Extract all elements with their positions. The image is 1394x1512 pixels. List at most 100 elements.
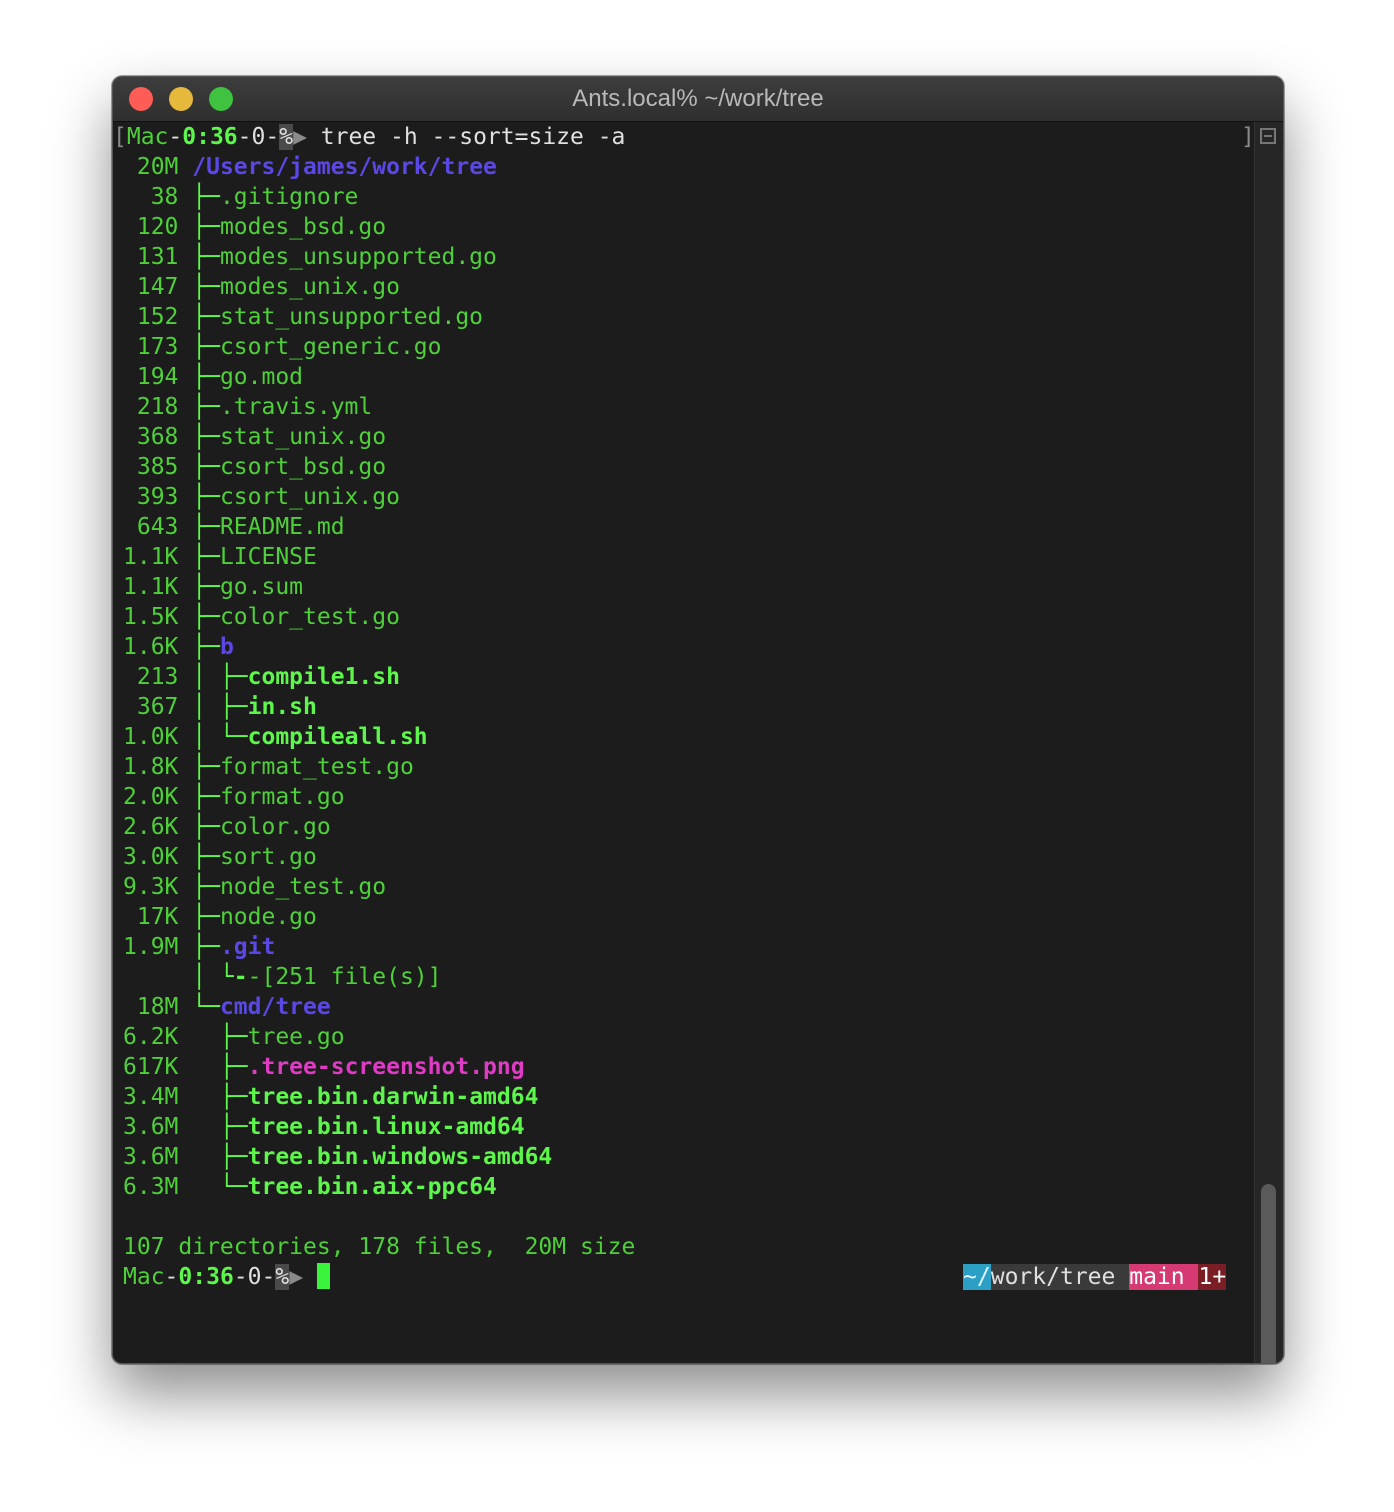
menu-icon[interactable]	[1260, 128, 1276, 144]
tree-branch: ├─	[178, 574, 220, 600]
entry-name: tree.bin.linux-amd64	[247, 1114, 525, 1140]
tree-entry: 367 │ ├─in.sh	[123, 692, 317, 722]
entry-size: 38	[123, 184, 179, 210]
entry-name: .tree-screenshot.png	[247, 1054, 525, 1080]
entry-name: tree.bin.windows-amd64	[247, 1144, 553, 1170]
tree-entry: 6.2K ├─tree.go	[123, 1022, 345, 1052]
prompt-right-bracket: ]	[1241, 124, 1255, 150]
entry-size: 18M	[123, 994, 179, 1020]
entry-name: -[251 file(s)]	[247, 964, 442, 990]
title-bar[interactable]: Ants.local% ~/work/tree	[113, 77, 1283, 122]
tree-entry: 3.4M ├─tree.bin.darwin-amd64	[123, 1082, 538, 1112]
tree-branch: ├─	[178, 184, 220, 210]
entry-name: LICENSE	[219, 544, 317, 570]
entry-name: .travis.yml	[219, 394, 373, 420]
entry-name: csort_bsd.go	[219, 454, 387, 480]
tree-branch: ├─	[178, 424, 220, 450]
entry-size: 1.8K	[123, 754, 179, 780]
entry-size: 120	[123, 214, 179, 240]
tree-entry: 194 ├─go.mod	[123, 362, 303, 392]
terminal-window: Ants.local% ~/work/tree [Mac-0:36-0-%▶ t…	[112, 76, 1284, 1364]
tree-entry: 1.1K ├─go.sum	[123, 572, 303, 602]
tree-entry: 6.3M └─tree.bin.aix-ppc64	[123, 1172, 497, 1202]
entry-name: b	[219, 634, 234, 660]
entry-size: 194	[123, 364, 179, 390]
tree-entry: 2.6K ├─color.go	[123, 812, 331, 842]
entry-name: stat_unsupported.go	[219, 304, 484, 330]
window-title: Ants.local% ~/work/tree	[572, 85, 824, 112]
entry-size: 3.4M	[123, 1084, 179, 1110]
tree-branch: ├─	[178, 394, 220, 420]
entry-size: 2.0K	[123, 784, 179, 810]
tree-root: 20M /Users/james/work/tree	[123, 152, 497, 182]
entry-size: 3.0K	[123, 844, 179, 870]
tree-branch: ├─	[178, 1144, 248, 1170]
tree-branch: │ ├─	[178, 664, 248, 690]
prompt-sep: -	[164, 1264, 179, 1290]
entry-name: tree.go	[247, 1024, 345, 1050]
entry-size: 1.1K	[123, 544, 179, 570]
tree-entry: 1.1K ├─LICENSE	[123, 542, 317, 572]
tree-branch: ├─	[178, 874, 220, 900]
command-text: tree -h --sort=size -a	[306, 124, 626, 150]
tree-entry: 1.9M ├─.git	[123, 932, 275, 962]
entry-size: 2.6K	[123, 814, 179, 840]
tree-branch: └─	[178, 1174, 248, 1200]
tree-entry: 1.6K ├─b	[123, 632, 234, 662]
entry-name: compile1.sh	[247, 664, 400, 690]
entry-name: sort.go	[219, 844, 317, 870]
tree-entry: 643 ├─README.md	[123, 512, 345, 542]
tree-entry: 368 ├─stat_unix.go	[123, 422, 386, 452]
entry-size: 3.6M	[123, 1114, 179, 1140]
entry-name: in.sh	[247, 694, 317, 720]
entry-size: 393	[123, 484, 179, 510]
status-home: ~/	[963, 1264, 991, 1290]
prompt-sep: -	[168, 124, 183, 150]
tree-branch: ├─	[178, 484, 220, 510]
root-path: /Users/james/work/tree	[192, 154, 497, 180]
scrollbar[interactable]	[1254, 122, 1283, 1363]
status-branch: main	[1129, 1264, 1199, 1290]
entry-size: 173	[123, 334, 179, 360]
entry-size: 6.2K	[123, 1024, 179, 1050]
tree-branch: ├─	[178, 544, 220, 570]
entry-name: stat_unix.go	[219, 424, 387, 450]
tree-branch: ├─	[178, 364, 220, 390]
tree-entry: 131 ├─modes_unsupported.go	[123, 242, 497, 272]
tree-entry: 393 ├─csort_unix.go	[123, 482, 400, 512]
tree-entry: 3.6M ├─tree.bin.linux-amd64	[123, 1112, 525, 1142]
tree-branch: ├─	[178, 784, 220, 810]
tree-branch: ├─	[178, 904, 220, 930]
tree-branch: │ └─	[178, 724, 248, 750]
entry-size: 3.6M	[123, 1144, 179, 1170]
entry-size: 213	[123, 664, 179, 690]
entry-name: modes_unix.go	[219, 274, 400, 300]
entry-size: 131	[123, 244, 179, 270]
tree-entry: 385 ├─csort_bsd.go	[123, 452, 386, 482]
tree-branch: ├─	[178, 304, 220, 330]
scroll-thumb[interactable]	[1261, 1184, 1276, 1363]
entry-name: README.md	[219, 514, 345, 540]
terminal-output[interactable]: [Mac-0:36-0-%▶ tree -h --sort=size -a ] …	[113, 122, 1255, 1363]
tree-entry: 9.3K ├─node_test.go	[123, 872, 386, 902]
entry-size: 1.6K	[123, 634, 179, 660]
entry-size: 1.0K	[123, 724, 179, 750]
entry-name: csort_generic.go	[219, 334, 442, 360]
entry-name: format.go	[219, 784, 345, 810]
entry-name: cmd/tree	[219, 994, 331, 1020]
prompt-sep: -0-	[233, 1264, 276, 1290]
tree-branch: ├─	[178, 604, 220, 630]
tree-entry: 147 ├─modes_unix.go	[123, 272, 400, 302]
tree-summary: 107 directories, 178 files, 20M size	[123, 1234, 636, 1260]
tree-entry: 1.5K ├─color_test.go	[123, 602, 400, 632]
tree-entry: 173 ├─csort_generic.go	[123, 332, 442, 362]
tree-entry: 2.0K ├─format.go	[123, 782, 345, 812]
entry-size: 147	[123, 274, 179, 300]
entry-size: 1.5K	[123, 604, 179, 630]
entry-size: 6.3M	[123, 1174, 179, 1200]
tree-branch: ├─	[178, 634, 220, 660]
prompt-time: 0:36	[182, 124, 238, 150]
tree-branch: ├─	[178, 754, 220, 780]
tree-entry: 152 ├─stat_unsupported.go	[123, 302, 483, 332]
tree-entry: 3.6M ├─tree.bin.windows-amd64	[123, 1142, 552, 1172]
